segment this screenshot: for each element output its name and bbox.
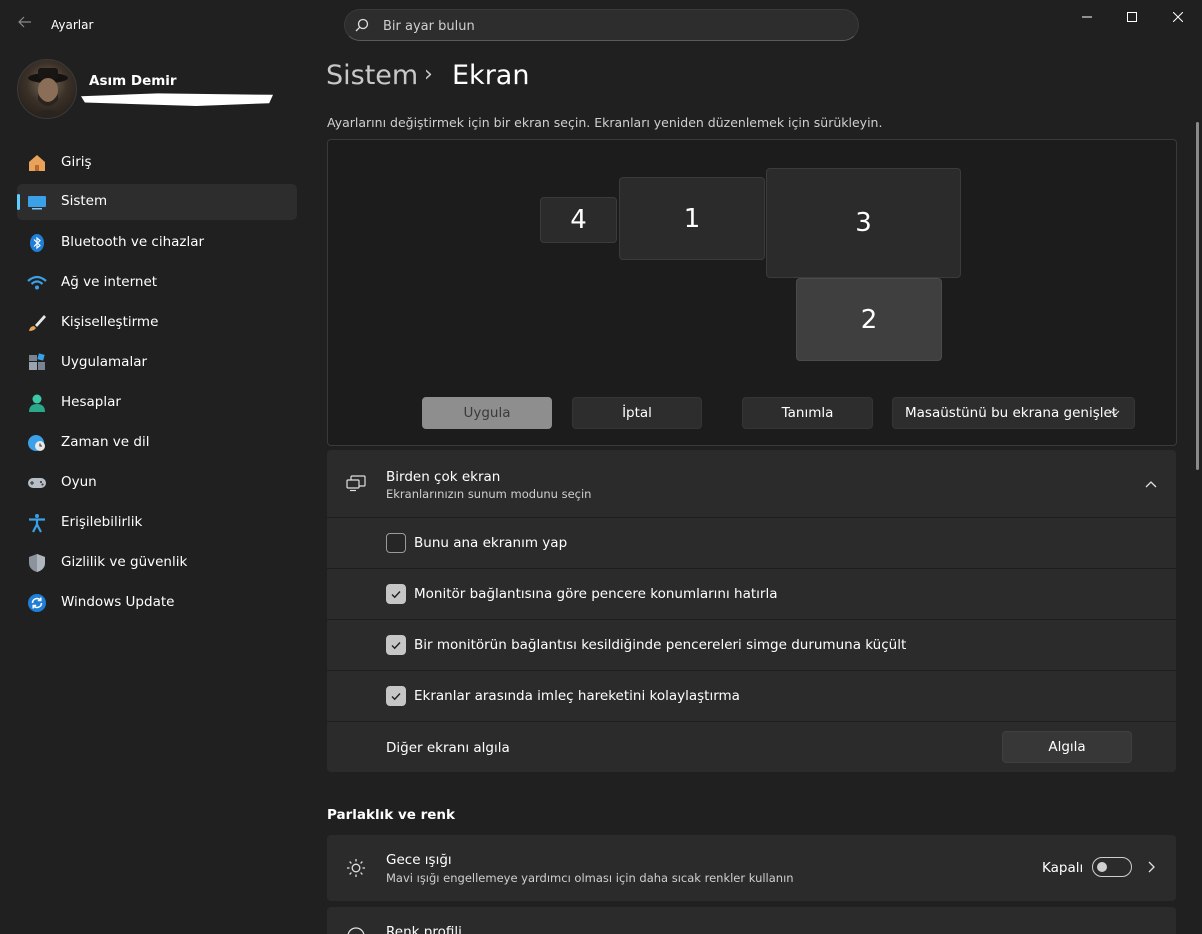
checkmark-icon: [391, 642, 401, 650]
close-button[interactable]: [1155, 0, 1201, 34]
apply-button[interactable]: Uygula: [422, 397, 552, 429]
search-box[interactable]: [344, 9, 859, 41]
display-mode-select[interactable]: Masaüstünü bu ekrana genişlet: [892, 397, 1135, 429]
avatar[interactable]: [17, 59, 77, 119]
monitor-1[interactable]: 1: [619, 177, 765, 260]
monitor-3[interactable]: 3: [766, 168, 961, 278]
detect-display-label: Diğer ekranı algıla: [386, 740, 510, 756]
night-light-subtitle: Mavi ışığı engellemeye yardımcı olması i…: [386, 871, 794, 885]
remember-window-positions-label: Monitör bağlantısına göre pencere konuml…: [414, 586, 778, 602]
sidebar-item-accounts[interactable]: Hesaplar: [17, 385, 297, 421]
multiple-displays-title: Birden çok ekran: [386, 469, 501, 485]
apps-icon: [29, 353, 45, 370]
remember-window-positions-checkbox[interactable]: [386, 584, 406, 604]
checkmark-icon: [391, 693, 401, 701]
night-light-state: Kapalı: [1042, 860, 1084, 876]
monitor-2[interactable]: 2: [796, 278, 942, 361]
color-profile-icon: [347, 927, 365, 934]
brush-icon: [29, 315, 46, 331]
page-title: Ekran: [452, 60, 530, 91]
option-row-remember-window-positions: Monitör bağlantısına göre pencere konuml…: [327, 569, 1176, 619]
avatar-picture: [28, 68, 68, 118]
option-row-ease-cursor-movement: Ekranlar arasında imleç hareketini kolay…: [327, 671, 1176, 721]
minimize-on-disconnect-checkbox[interactable]: [386, 635, 406, 655]
detect-button[interactable]: Algıla: [1002, 731, 1132, 763]
breadcrumb-parent[interactable]: Sistem: [326, 60, 418, 91]
minimize-button[interactable]: [1064, 0, 1110, 34]
shield-icon: [29, 554, 45, 572]
account-icon: [29, 394, 45, 412]
sidebar-item-time-language[interactable]: Zaman ve dil: [17, 425, 297, 461]
home-icon: [29, 155, 45, 171]
sidebar-item-home[interactable]: Giriş: [17, 145, 297, 181]
update-icon: [28, 594, 46, 612]
color-profile-title: Renk profili: [386, 924, 462, 934]
checkmark-icon: [391, 591, 401, 599]
ease-cursor-movement-label: Ekranlar arasında imleç hareketini kolay…: [414, 688, 740, 704]
bluetooth-icon: [30, 234, 44, 252]
option-row-primary-display: Bunu ana ekranım yap: [327, 518, 1176, 568]
night-light-row[interactable]: Gece ışığı Mavi ışığı engellemeye yardım…: [327, 835, 1176, 901]
chevron-up-icon[interactable]: [1145, 480, 1157, 488]
sidebar-item-accessibility[interactable]: Erişilebilirlik: [17, 505, 297, 541]
brightness-icon: [347, 859, 365, 877]
back-button[interactable]: [14, 13, 36, 35]
option-row-minimize-on-disconnect: Bir monitörün bağlantısı kesildiğinde pe…: [327, 620, 1176, 670]
arrangement-instruction: Ayarlarını değiştirmek için bir ekran se…: [327, 115, 883, 130]
close-icon: [1173, 12, 1183, 22]
globe-clock-icon: [28, 435, 45, 451]
night-light-title: Gece ışığı: [386, 852, 452, 868]
user-name: Asım Demir: [89, 73, 177, 89]
multiple-displays-header[interactable]: Birden çok ekran Ekranlarınızın sunum mo…: [327, 450, 1176, 517]
sidebar-item-bluetooth[interactable]: Bluetooth ve cihazlar: [17, 225, 297, 261]
redacted-email: [81, 93, 273, 106]
ease-cursor-movement-checkbox[interactable]: [386, 686, 406, 706]
display-arrangement-panel: 4 1 3 2 Uygula İptal Tanımla Masaüstünü …: [327, 139, 1177, 446]
minimize-on-disconnect-label: Bir monitörün bağlantısı kesildiğinde pe…: [414, 637, 907, 653]
sidebar-item-network[interactable]: Ağ ve internet: [17, 265, 297, 301]
active-indicator: [17, 194, 20, 210]
multiple-displays-subtitle: Ekranlarınızın sunum modunu seçin: [386, 487, 592, 501]
sidebar-item-system[interactable]: Sistem: [17, 184, 297, 220]
wifi-icon: [27, 275, 47, 290]
chevron-right-icon: [1148, 861, 1155, 873]
monitor-4[interactable]: 4: [540, 197, 617, 243]
sidebar-item-gaming[interactable]: Oyun: [17, 465, 297, 501]
detect-display-row: Diğer ekranı algıla Algıla: [327, 722, 1176, 772]
display-mode-value: Masaüstünü bu ekrana genişlet: [905, 405, 1118, 421]
primary-display-checkbox[interactable]: [386, 533, 406, 553]
back-arrow-icon: [18, 16, 31, 28]
identify-button[interactable]: Tanımla: [742, 397, 873, 429]
accessibility-icon: [29, 514, 45, 533]
multiple-displays-icon: [346, 475, 366, 492]
chevron-down-icon: [1110, 410, 1120, 416]
cancel-button[interactable]: İptal: [572, 397, 702, 429]
scrollbar-thumb[interactable]: [1196, 122, 1199, 470]
sidebar-item-windows-update[interactable]: Windows Update: [17, 585, 297, 621]
toggle-knob: [1097, 862, 1107, 872]
system-icon: [28, 196, 46, 210]
breadcrumb-chevron-icon: ›: [424, 62, 433, 87]
section-heading-brightness-color: Parlaklık ve renk: [327, 807, 456, 823]
primary-display-label: Bunu ana ekranım yap: [414, 535, 568, 551]
color-profile-row[interactable]: Renk profili: [327, 907, 1176, 934]
search-icon: [355, 18, 369, 32]
maximize-button[interactable]: [1109, 0, 1155, 34]
sidebar-item-personalization[interactable]: Kişiselleştirme: [17, 305, 297, 341]
minimize-icon: [1082, 16, 1092, 18]
sidebar-item-apps[interactable]: Uygulamalar: [17, 345, 297, 381]
gamepad-icon: [28, 478, 46, 488]
app-title: Ayarlar: [51, 18, 94, 32]
maximize-icon: [1127, 12, 1137, 22]
sidebar-item-privacy-security[interactable]: Gizlilik ve güvenlik: [17, 545, 297, 581]
night-light-toggle[interactable]: [1092, 857, 1132, 877]
search-input[interactable]: [383, 16, 843, 36]
